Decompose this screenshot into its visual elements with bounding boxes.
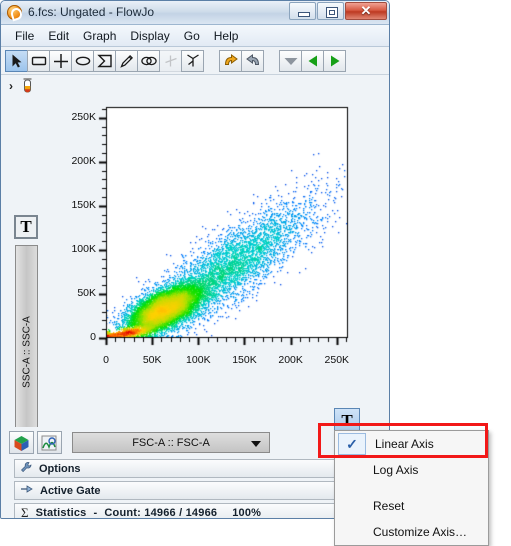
restore-button[interactable] [317,2,344,20]
window-title: 6.fcs: Ungated - FlowJo [28,5,155,19]
y-tick-label: 250K [71,110,96,123]
pencil-gate-tool[interactable] [115,49,138,72]
check-placeholder [338,460,364,480]
flowjo-logo-icon [7,5,22,20]
boolean-gate-tool[interactable] [137,49,160,72]
scatter-plot[interactable]: 0 50K 100K 150K 200K 250K 0 50K 100K 150K 200K 250K [49,103,367,403]
sigma-icon: Σ [21,505,29,519]
options-panel[interactable]: Options [14,459,379,478]
dropdown-arrow-button[interactable] [279,49,302,72]
color-cube-button[interactable] [9,431,34,454]
statistics-percent: 100% [232,507,262,519]
minimize-button[interactable] [289,2,316,20]
overlay-button[interactable] [37,431,62,454]
x-tick-label: 0 [103,354,109,366]
quadrant-gate-tool[interactable] [49,49,72,72]
menu-graph[interactable]: Graph [76,27,123,45]
close-button[interactable]: ✕ [345,2,387,20]
gate-path-chevron[interactable]: › [9,79,13,93]
context-menu-label: Reset [373,499,405,513]
bisector-gate-tool [159,49,182,72]
x-tick-label: 150K [232,354,257,366]
polygon-gate-tool[interactable] [93,49,116,72]
y-tick-label: 150K [71,198,96,211]
menu-help[interactable]: Help [207,27,246,45]
spider-gate-tool[interactable] [181,49,204,72]
plot-region: T SSC-A :: SSC-A 0 50K 100K 150K 200K 250K 0 50… [1,97,389,459]
redo-button[interactable] [241,49,264,72]
chevron-down-icon [251,441,261,447]
context-menu-label: Log Axis [373,463,419,477]
y-tick-label: 200K [71,154,96,167]
menu-display[interactable]: Display [123,27,176,45]
pointer-tool[interactable] [5,49,28,72]
y-tick-label: 50K [77,286,96,299]
statistics-bar[interactable]: Σ Statistics - Count: 14966 / 14966 100% [14,503,379,519]
context-menu-item-customize-axis[interactable]: Customize Axis… [335,519,488,545]
statistics-label: Statistics [35,507,87,519]
statistics-count: Count: 14966 / 14966 [104,507,218,519]
context-menu-label: Customize Axis… [373,525,468,539]
x-axis-parameter-selector[interactable]: FSC-A :: FSC-A [72,432,270,453]
window-controls: ✕ [289,2,387,20]
menu-go[interactable]: Go [177,27,207,45]
rectangle-gate-tool[interactable] [27,49,50,72]
x-tick-label: 100K [186,354,211,366]
next-button[interactable] [323,49,346,72]
undo-button[interactable] [219,49,242,72]
context-menu-item-reset[interactable]: Reset [335,493,488,519]
statistics-separator: - [93,507,98,519]
tool-bar [1,47,389,75]
y-tick-label: 100K [71,242,96,255]
y-axis-transform-button[interactable]: T [14,215,38,239]
check-placeholder [338,496,364,516]
options-label: Options [39,462,81,475]
context-menu-separator [335,483,488,493]
y-axis-parameter-label: SSC-A :: SSC-A [21,316,32,388]
wrench-icon [20,461,33,476]
highlight-annotation [318,423,488,458]
previous-button[interactable] [301,49,324,72]
ellipse-gate-tool[interactable] [71,49,94,72]
active-gate-label: Active Gate [40,484,101,497]
test-tube-icon[interactable] [22,77,33,96]
context-menu-item-log-axis[interactable]: Log Axis [335,457,488,483]
title-bar: 6.fcs: Ungated - FlowJo ✕ [1,1,389,25]
check-placeholder [338,522,364,542]
x-tick-label: 250K [324,354,350,366]
gate-path-row: › [1,75,389,97]
menu-edit[interactable]: Edit [41,27,76,45]
x-tick-label: 50K [142,354,162,366]
gate-icon [20,484,34,497]
menu-file[interactable]: File [8,27,41,45]
y-tick-label: 0 [90,331,96,343]
active-gate-panel[interactable]: Active Gate [14,481,379,500]
x-tick-label: 200K [278,354,303,366]
x-axis-parameter-label: FSC-A :: FSC-A [132,436,210,449]
menu-bar: File Edit Graph Display Go Help [1,25,389,47]
